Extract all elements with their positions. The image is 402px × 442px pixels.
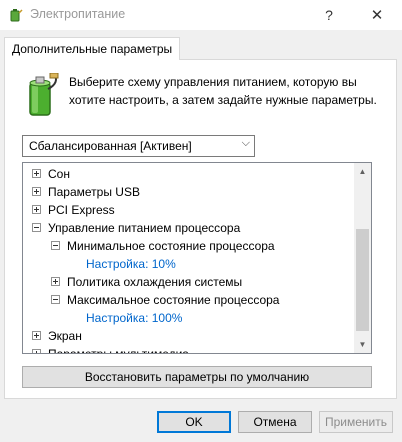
expand-icon[interactable] — [32, 169, 41, 178]
settings-tree[interactable]: Сон Параметры USB PCI Express Управление… — [22, 162, 372, 354]
close-icon: ✕ — [370, 7, 384, 24]
expand-icon[interactable] — [51, 277, 60, 286]
power-scheme-value: Сбалансированная [Активен] — [29, 139, 192, 153]
power-app-icon — [10, 9, 23, 22]
help-button[interactable]: ? — [306, 0, 352, 30]
tree-item-label: Максимальное состояние процессора — [67, 293, 280, 307]
ok-button[interactable]: OK — [157, 411, 231, 433]
scroll-down-button[interactable]: ▼ — [354, 336, 371, 353]
apply-button[interactable]: Применить — [319, 411, 393, 433]
max-setting-link[interactable]: Настройка: 100% — [86, 309, 182, 327]
tree-item-label: Параметры USB — [48, 185, 140, 199]
chevron-down-icon: ⌵ — [241, 137, 250, 149]
tree-item-label: Минимальное состояние процессора — [67, 239, 275, 253]
instructions-text: Выберите схему управления питанием, кото… — [69, 75, 377, 107]
collapse-icon[interactable] — [32, 223, 41, 232]
scroll-thumb[interactable] — [356, 229, 369, 331]
arrow-up-icon: ▲ — [358, 167, 367, 176]
arrow-down-icon: ▼ — [358, 340, 367, 349]
tree-item-label: Параметры мультимедиа — [48, 345, 189, 353]
help-icon: ? — [325, 7, 333, 23]
expand-icon[interactable] — [32, 349, 41, 353]
settings-tree-viewport: Сон Параметры USB PCI Express Управление… — [23, 163, 354, 353]
min-setting-link[interactable]: Настройка: 10% — [86, 255, 176, 273]
cancel-button[interactable]: Отмена — [238, 411, 312, 433]
expand-icon[interactable] — [32, 187, 41, 196]
collapse-icon[interactable] — [51, 241, 60, 250]
restore-defaults-button[interactable]: Восстановить параметры по умолчанию — [22, 366, 372, 388]
tab-advanced-settings[interactable]: Дополнительные параметры — [4, 37, 181, 60]
tree-item-label: Экран — [48, 329, 82, 343]
tree-item-label: Сон — [48, 167, 70, 181]
scroll-up-button[interactable]: ▲ — [354, 163, 371, 180]
title-bar: Электропитание ? ✕ — [0, 0, 402, 30]
close-button[interactable]: ✕ — [354, 0, 400, 30]
collapse-icon[interactable] — [51, 295, 60, 304]
vertical-scrollbar[interactable]: ▲ ▼ — [354, 163, 371, 353]
tree-item-label: Политика охлаждения системы — [67, 275, 243, 289]
tree-item-label: Управление питанием процессора — [48, 221, 241, 235]
expand-icon[interactable] — [32, 205, 41, 214]
battery-plug-icon — [29, 73, 59, 116]
window-title: Электропитание — [30, 7, 126, 21]
power-options-dialog: Электропитание ? ✕ Дополнительные параме… — [0, 0, 402, 442]
power-scheme-select[interactable]: Сбалансированная [Активен] ⌵ — [22, 135, 255, 157]
expand-icon[interactable] — [32, 331, 41, 340]
tree-item-label: PCI Express — [48, 203, 115, 217]
